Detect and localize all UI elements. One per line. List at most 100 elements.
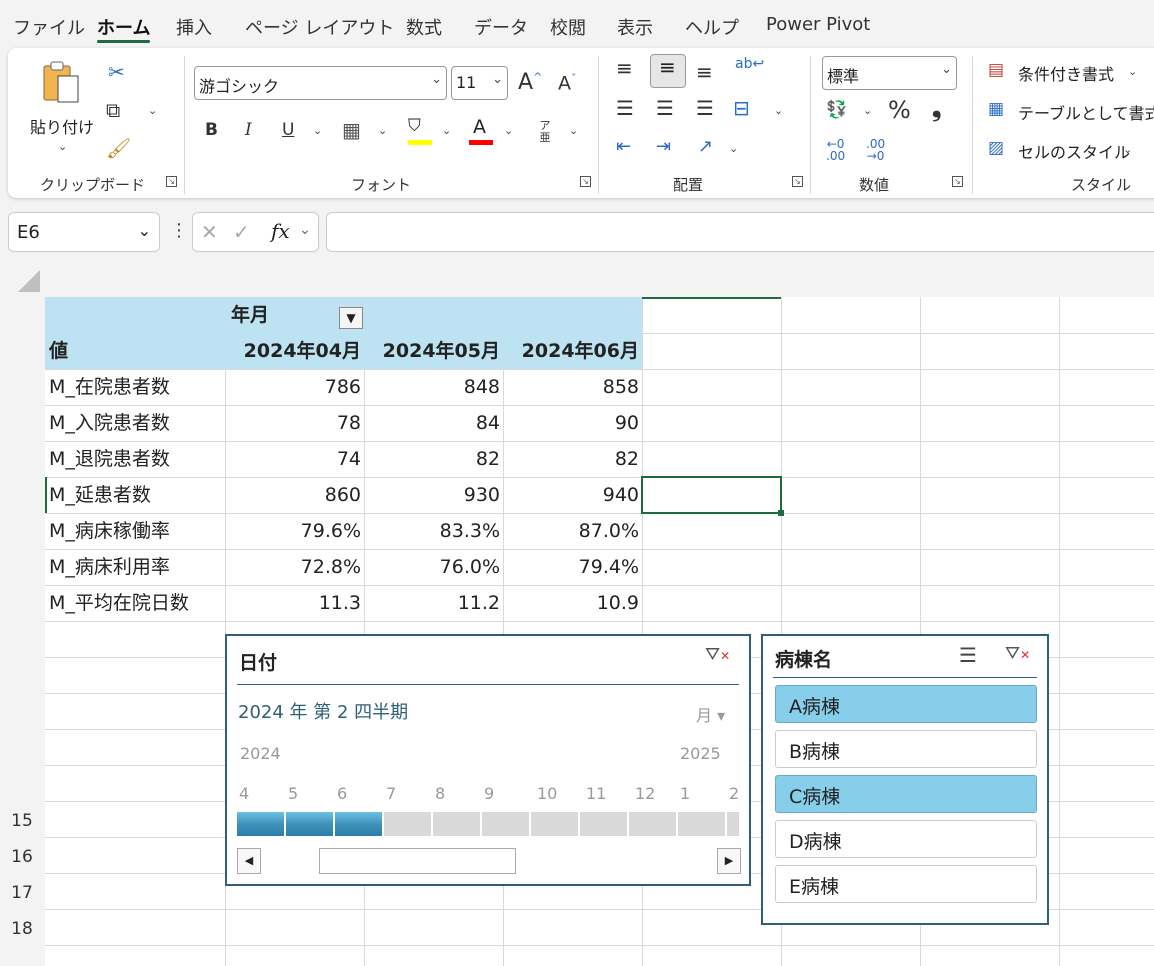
underline-button[interactable]: U	[282, 120, 294, 140]
scroll-right-button[interactable]: ▶	[717, 848, 741, 874]
value-cell[interactable]: 82	[503, 441, 642, 477]
format-as-table-button[interactable]: テーブルとして書式設定	[1018, 100, 1154, 124]
active-cell[interactable]	[641, 476, 782, 514]
decrease-indent-icon[interactable]: ⇤	[616, 136, 631, 157]
scroll-left-button[interactable]: ◀	[237, 848, 261, 874]
cut-icon[interactable]: ✂	[108, 60, 125, 84]
month-bar[interactable]	[580, 812, 627, 836]
slicer-item-e[interactable]: E病棟	[775, 865, 1037, 903]
font-color-dropdown-icon[interactable]: ⌄	[504, 124, 513, 137]
font-size-select[interactable]: 11 ⌄	[451, 66, 508, 100]
cell-styles-dropdown-icon[interactable]: ⌄	[1123, 143, 1132, 156]
merge-dropdown-icon[interactable]: ⌄	[774, 104, 783, 117]
slicer-item-d[interactable]: D病棟	[775, 820, 1037, 858]
borders-dropdown-icon[interactable]: ⌄	[378, 124, 387, 137]
tab-review[interactable]: 校閲	[550, 14, 586, 40]
value-cell[interactable]: 87.0%	[503, 513, 642, 549]
row-label[interactable]: M_病床利用率	[49, 549, 170, 585]
increase-indent-icon[interactable]: ⇥	[656, 136, 671, 157]
value-cell[interactable]: 11.3	[225, 585, 364, 621]
font-launcher-icon[interactable]: ↘	[580, 176, 591, 187]
tab-formulas[interactable]: 数式	[406, 14, 442, 40]
month-bar[interactable]	[433, 812, 480, 836]
format-painter-icon[interactable]: 🖌	[106, 136, 131, 160]
insert-function-button[interactable]: fx	[271, 219, 290, 243]
format-as-table-icon[interactable]: ▦	[988, 99, 1004, 119]
tab-home[interactable]: ホーム	[97, 14, 150, 40]
value-cell[interactable]: 11.2	[364, 585, 503, 621]
decrease-font-size-button[interactable]: Aˇ	[558, 72, 577, 94]
currency-dropdown-icon[interactable]: ⌄	[863, 104, 872, 117]
orientation-dropdown-icon[interactable]: ⌄	[729, 142, 738, 155]
row-label[interactable]: M_病床稼働率	[49, 513, 170, 549]
time-level-select[interactable]: 月 ▾	[696, 702, 725, 726]
tab-view[interactable]: 表示	[617, 14, 653, 40]
wrap-text-icon[interactable]: ab↩	[735, 56, 764, 72]
align-right-icon[interactable]: ☰	[696, 96, 714, 120]
row-header[interactable]: 15	[0, 803, 44, 839]
row-header[interactable]: 16	[0, 839, 44, 875]
row-header[interactable]: 18	[0, 911, 44, 947]
filter-icon[interactable]: ▼	[339, 307, 363, 329]
scroll-thumb[interactable]	[319, 848, 516, 874]
more-options-icon[interactable]: ⋮	[170, 220, 188, 241]
underline-dropdown-icon[interactable]: ⌄	[313, 124, 322, 137]
row-header[interactable]: 17	[0, 875, 44, 911]
increase-decimal-icon[interactable]: ←0.00	[826, 138, 845, 162]
ward-slicer[interactable]: 病棟名 ☰ ⛛✕ A病棟 B病棟 C病棟 D病棟 E病棟	[761, 634, 1049, 925]
number-format-select[interactable]: 標準 ⌄	[822, 56, 957, 90]
cancel-icon[interactable]: ✕	[201, 220, 218, 244]
tab-data[interactable]: データ	[474, 14, 528, 40]
furigana-button[interactable]: ア亜	[538, 120, 552, 144]
enter-icon[interactable]: ✓	[233, 220, 250, 244]
paste-icon[interactable]	[38, 60, 84, 108]
value-cell[interactable]: 82	[364, 441, 503, 477]
italic-button[interactable]: I	[245, 120, 252, 140]
row-label[interactable]: M_平均在院日数	[49, 585, 189, 621]
row-header[interactable]	[0, 947, 44, 966]
month-bar[interactable]	[629, 812, 676, 836]
value-cell[interactable]: 76.0%	[364, 549, 503, 585]
row-label[interactable]: M_在院患者数	[49, 369, 170, 405]
month-bar[interactable]	[727, 812, 739, 836]
value-cell[interactable]: 860	[225, 477, 364, 513]
formula-input[interactable]	[326, 212, 1154, 252]
value-cell[interactable]: 79.4%	[503, 549, 642, 585]
pivot-column-header[interactable]: 2024年06月	[503, 333, 642, 369]
value-cell[interactable]: 78	[225, 405, 364, 441]
font-color-icon[interactable]: A	[469, 116, 493, 146]
month-bar[interactable]	[482, 812, 529, 836]
tab-insert[interactable]: 挿入	[176, 14, 212, 40]
increase-font-size-button[interactable]: A^	[518, 70, 542, 95]
value-cell[interactable]: 786	[225, 369, 364, 405]
slicer-item-c[interactable]: C病棟	[775, 775, 1037, 813]
fill-color-dropdown-icon[interactable]: ⌄	[442, 124, 451, 137]
value-cell[interactable]: 83.3%	[364, 513, 503, 549]
chevron-down-icon[interactable]: ⌄	[299, 222, 311, 238]
alignment-launcher-icon[interactable]: ↘	[792, 176, 803, 187]
conditional-format-icon[interactable]: ▤	[988, 60, 1004, 80]
select-all-corner[interactable]	[0, 262, 45, 297]
align-bottom-icon[interactable]: ≡	[696, 60, 713, 84]
slicer-item-b[interactable]: B病棟	[775, 730, 1037, 768]
month-bar[interactable]	[335, 812, 382, 836]
pivot-column-field[interactable]: 年月	[231, 297, 269, 333]
tab-power-pivot[interactable]: Power Pivot	[766, 14, 870, 35]
clear-filter-icon[interactable]: ⛛✕	[705, 644, 730, 665]
month-bar[interactable]	[531, 812, 578, 836]
align-left-icon[interactable]: ☰	[616, 96, 634, 120]
clear-filter-icon[interactable]: ⛛✕	[1005, 643, 1030, 664]
value-cell[interactable]: 90	[503, 405, 642, 441]
decrease-decimal-icon[interactable]: .00 →0	[866, 138, 885, 162]
value-cell[interactable]: 72.8%	[225, 549, 364, 585]
slicer-item-a[interactable]: A病棟	[775, 685, 1037, 723]
bold-button[interactable]: B	[205, 120, 218, 140]
row-label[interactable]: M_入院患者数	[49, 405, 170, 441]
conditional-format-button[interactable]: 条件付き書式	[1018, 61, 1114, 85]
copy-icon[interactable]: ⧉	[106, 98, 120, 122]
row-label[interactable]: M_延患者数	[49, 477, 151, 513]
value-cell[interactable]: 930	[364, 477, 503, 513]
value-cell[interactable]: 858	[503, 369, 642, 405]
pivot-column-header[interactable]: 2024年05月	[364, 333, 503, 369]
paste-button[interactable]: 貼り付け	[30, 114, 94, 138]
